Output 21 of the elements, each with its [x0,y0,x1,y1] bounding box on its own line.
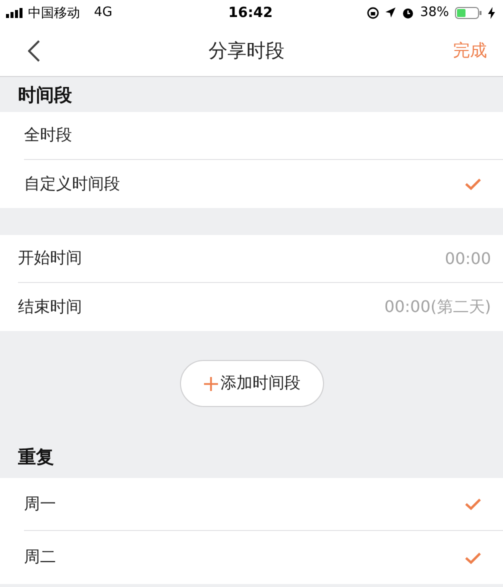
weekday-label[interactable]: 周二 [24,547,56,568]
charging-icon [488,6,496,18]
section-header: 重复 [17,446,55,470]
clock-time: 16:42 [228,4,273,20]
time-label: 结束时间 [18,296,82,318]
alarm-icon [402,6,414,18]
signal-icon [6,8,24,18]
option-label[interactable]: 自定义时间段 [24,174,120,194]
rotation-lock-icon [367,6,380,18]
section-header: 时间段 [17,84,73,108]
carrier-name: 中国移动 [28,4,80,22]
location-icon [385,7,396,18]
page-title: 分享时段 [208,38,286,64]
battery-percentage: 38% [420,5,450,20]
time-label: 开始时间 [18,248,82,269]
option-label[interactable]: 全时段 [24,125,72,146]
network-type: 4G [94,5,112,20]
weekday-label[interactable]: 周一 [24,494,56,514]
add-period-button[interactable]: 添加时间段 [180,360,324,407]
plus-icon [202,376,218,392]
battery-icon [455,6,482,18]
